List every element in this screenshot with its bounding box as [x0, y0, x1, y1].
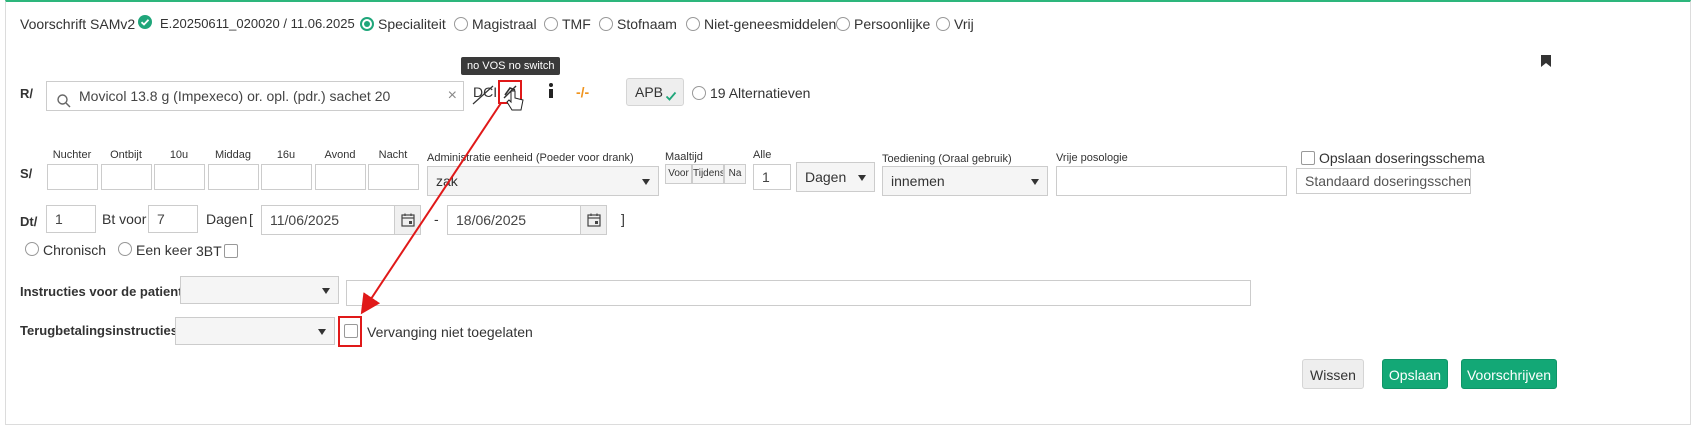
opslaan-button[interactable]: Opslaan [1382, 359, 1448, 389]
wissen-button[interactable]: Wissen [1302, 359, 1364, 389]
voorschrijven-button[interactable]: Voorschrijven [1461, 359, 1557, 389]
prescription-panel: Voorschrift SAMv2 E.20250611_020020 / 11… [5, 0, 1691, 425]
